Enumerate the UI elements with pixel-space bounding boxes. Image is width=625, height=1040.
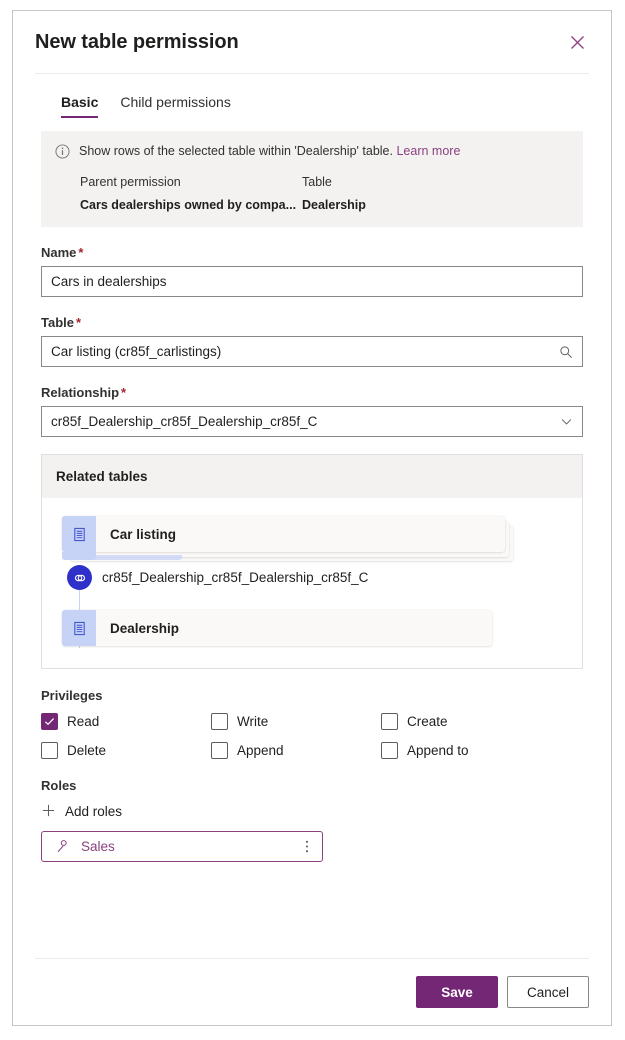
add-roles-button[interactable]: Add roles bbox=[41, 803, 583, 820]
info-banner-text: Show rows of the selected table within '… bbox=[79, 143, 460, 160]
related-tables-panel: Related tables Car listing cr85f_Dealers… bbox=[41, 454, 583, 669]
relationship-value: cr85f_Dealership_cr85f_Dealership_cr85f_… bbox=[51, 414, 318, 429]
privilege-append-to-label: Append to bbox=[407, 743, 469, 758]
name-field-group: Name * bbox=[41, 244, 583, 297]
close-icon bbox=[570, 35, 585, 50]
related-tables-diagram: Car listing cr85f_Dealership_cr85f_Deale… bbox=[42, 498, 582, 668]
table-input[interactable] bbox=[42, 337, 582, 366]
roles-label: Roles bbox=[41, 778, 77, 793]
cancel-button[interactable]: Cancel bbox=[507, 976, 589, 1008]
chevron-down-icon[interactable] bbox=[560, 407, 573, 436]
table-label-text: Table bbox=[41, 315, 74, 330]
role-chip-label: Sales bbox=[81, 839, 115, 854]
plus-icon bbox=[41, 803, 56, 820]
privilege-delete[interactable]: Delete bbox=[41, 742, 211, 759]
privilege-append[interactable]: Append bbox=[211, 742, 381, 759]
learn-more-link[interactable]: Learn more bbox=[396, 144, 460, 158]
info-icon bbox=[55, 144, 70, 164]
add-roles-label: Add roles bbox=[65, 804, 123, 819]
name-input[interactable] bbox=[42, 267, 582, 296]
info-banner-message-row: Show rows of the selected table within '… bbox=[55, 143, 569, 164]
relationship-label-text: Relationship bbox=[41, 385, 120, 400]
entity-card-target[interactable]: Dealership bbox=[62, 610, 492, 646]
name-input-wrap[interactable] bbox=[41, 266, 583, 297]
info-banner-table: Parent permission Table Cars dealerships… bbox=[80, 174, 569, 213]
relationship-dropdown[interactable]: cr85f_Dealership_cr85f_Dealership_cr85f_… bbox=[41, 406, 583, 437]
info-banner-message: Show rows of the selected table within '… bbox=[79, 144, 393, 158]
relationship-field-group: Relationship * cr85f_Dealership_cr85f_Dea… bbox=[41, 384, 583, 437]
table-field-group: Table * bbox=[41, 314, 583, 367]
name-required-asterisk: * bbox=[78, 245, 84, 260]
privilege-write-label: Write bbox=[237, 714, 269, 729]
entity-card-target-label: Dealership bbox=[110, 620, 180, 636]
privilege-append-to[interactable]: Append to bbox=[381, 742, 583, 759]
privileges-grid: Read Write Create Delete Append Append t… bbox=[41, 713, 583, 759]
checkbox-read[interactable] bbox=[41, 713, 58, 730]
checkbox-append-to[interactable] bbox=[381, 742, 398, 759]
table-header: Table bbox=[302, 175, 332, 189]
more-vertical-icon[interactable] bbox=[302, 839, 312, 855]
related-tables-header: Related tables bbox=[42, 455, 582, 498]
new-table-permission-dialog: New table permission Basic Child permiss… bbox=[12, 10, 612, 1026]
page-title: New table permission bbox=[35, 30, 239, 53]
checkbox-delete[interactable] bbox=[41, 742, 58, 759]
entity-card-source[interactable]: Car listing bbox=[62, 516, 505, 552]
table-value: Dealership bbox=[302, 198, 366, 212]
dialog-body: Show rows of the selected table within '… bbox=[13, 118, 611, 958]
tab-child-permissions[interactable]: Child permissions bbox=[120, 94, 230, 118]
relationship-required-asterisk: * bbox=[121, 385, 127, 400]
entity-card-source-label: Car listing bbox=[110, 526, 177, 542]
checkbox-write[interactable] bbox=[211, 713, 228, 730]
tab-list: Basic Child permissions bbox=[13, 74, 611, 118]
relationship-node-label: cr85f_Dealership_cr85f_Dealership_cr85f_… bbox=[102, 570, 369, 585]
checkbox-append[interactable] bbox=[211, 742, 228, 759]
person-icon bbox=[55, 839, 70, 854]
table-label: Table * bbox=[41, 314, 583, 331]
table-required-asterisk: * bbox=[76, 315, 82, 330]
role-chip-sales[interactable]: Sales bbox=[41, 831, 323, 862]
name-label: Name * bbox=[41, 244, 583, 261]
relationship-label: Relationship * bbox=[41, 384, 583, 401]
privilege-create[interactable]: Create bbox=[381, 713, 583, 730]
table-icon bbox=[62, 516, 96, 552]
privilege-read-label: Read bbox=[67, 714, 100, 729]
search-icon[interactable] bbox=[559, 337, 573, 366]
close-button[interactable] bbox=[563, 28, 591, 56]
relationship-node[interactable]: cr85f_Dealership_cr85f_Dealership_cr85f_… bbox=[67, 565, 368, 590]
privileges-label: Privileges bbox=[41, 688, 103, 703]
parent-permission-value: Cars dealerships owned by compa... bbox=[80, 198, 297, 212]
privilege-delete-label: Delete bbox=[67, 743, 107, 758]
card-stack-tab-wide bbox=[62, 555, 182, 560]
privilege-write[interactable]: Write bbox=[211, 713, 381, 730]
parent-permission-header: Parent permission bbox=[80, 175, 181, 189]
save-button[interactable]: Save bbox=[416, 976, 498, 1008]
table-input-wrap[interactable] bbox=[41, 336, 583, 367]
dialog-header: New table permission bbox=[13, 11, 611, 73]
checkbox-create[interactable] bbox=[381, 713, 398, 730]
tab-basic[interactable]: Basic bbox=[61, 94, 99, 118]
table-icon bbox=[62, 610, 96, 646]
link-icon bbox=[67, 565, 92, 590]
info-banner: Show rows of the selected table within '… bbox=[41, 131, 583, 227]
dialog-footer: Save Cancel bbox=[35, 958, 589, 1025]
privilege-create-label: Create bbox=[407, 714, 448, 729]
privilege-read[interactable]: Read bbox=[41, 713, 211, 730]
name-label-text: Name bbox=[41, 245, 77, 260]
privilege-append-label: Append bbox=[237, 743, 284, 758]
